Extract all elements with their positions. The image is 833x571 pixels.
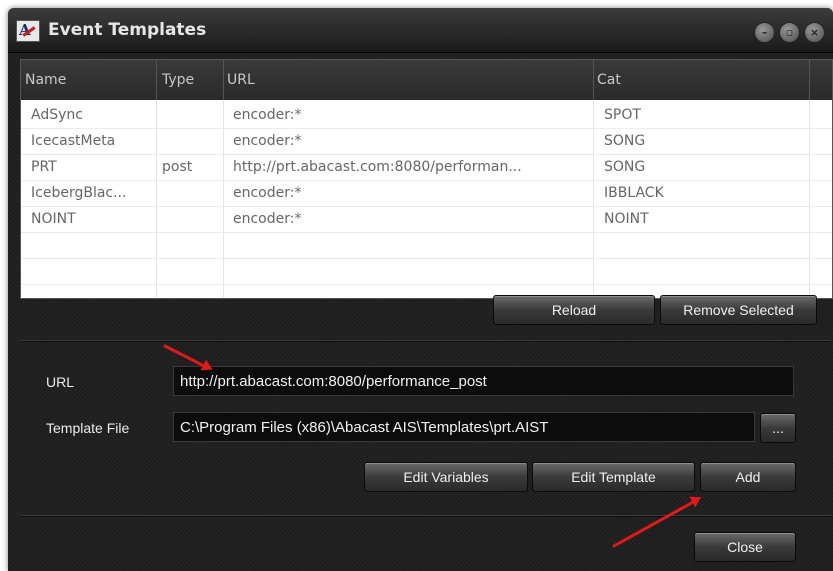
app-logo-icon: A [16, 20, 40, 42]
cell-url: encoder:* [233, 133, 302, 149]
url-label: URL [46, 374, 75, 390]
url-input[interactable]: http://prt.abacast.com:8080/performance_… [173, 366, 794, 396]
table-row[interactable]: NOINT encoder:* NOINT [21, 206, 832, 233]
divider [20, 515, 831, 517]
edit-template-button[interactable]: Edit Template [532, 462, 695, 492]
add-button[interactable]: Add [700, 462, 796, 492]
template-file-input[interactable]: C:\Program Files (x86)\Abacast AIS\Templ… [173, 412, 755, 442]
cell-url: http://prt.abacast.com:8080/performan... [233, 159, 522, 175]
cell-name: NOINT [31, 211, 76, 227]
table-row[interactable]: PRT post http://prt.abacast.com:8080/per… [21, 154, 832, 181]
table-row[interactable]: IcecastMeta encoder:* SONG [21, 128, 832, 155]
restore-button[interactable]: ▫ [779, 22, 800, 43]
cell-cat: NOINT [604, 211, 649, 227]
cell-url: encoder:* [233, 107, 302, 123]
cell-url: encoder:* [233, 211, 302, 227]
minimize-button[interactable]: – [754, 22, 775, 43]
column-header-url[interactable]: URL [227, 72, 255, 88]
column-header-type[interactable]: Type [162, 72, 194, 88]
table-row-empty [21, 232, 832, 259]
cell-name: IcebergBlac... [31, 185, 127, 201]
template-file-label: Template File [46, 420, 130, 436]
event-templates-window: A Event Templates – ▫ × Name Type URL Ca… [8, 8, 833, 571]
browse-button[interactable]: ... [760, 413, 796, 443]
cell-name: PRT [31, 159, 57, 175]
close-window-button[interactable]: × [804, 22, 825, 43]
window-title: Event Templates [48, 20, 207, 40]
table-row[interactable]: IcebergBlac... encoder:* IBBLACK [21, 180, 832, 207]
close-button[interactable]: Close [694, 532, 796, 562]
cell-cat: SONG [604, 133, 646, 149]
reload-button[interactable]: Reload [493, 295, 655, 325]
cell-cat: SONG [604, 159, 646, 175]
cell-url: encoder:* [233, 185, 302, 201]
table-row-empty [21, 258, 832, 285]
annotation-arrow-add [612, 499, 697, 548]
cell-name: AdSync [31, 107, 83, 123]
edit-variables-button[interactable]: Edit Variables [364, 462, 528, 492]
cell-cat: IBBLACK [604, 185, 664, 201]
cell-name: IcecastMeta [31, 133, 116, 149]
annotation-arrow-url [163, 344, 208, 369]
grid-header: Name Type URL Cat [21, 60, 832, 100]
title-bar[interactable]: A Event Templates – ▫ × [8, 8, 833, 53]
remove-selected-button[interactable]: Remove Selected [660, 295, 817, 325]
cell-type: post [162, 159, 193, 175]
table-row[interactable]: AdSync encoder:* SPOT [21, 102, 832, 129]
column-header-name[interactable]: Name [25, 72, 66, 88]
cell-cat: SPOT [604, 107, 641, 123]
divider [20, 340, 831, 342]
templates-grid[interactable]: Name Type URL Cat AdSync encoder:* SPOT … [20, 59, 833, 299]
column-header-cat[interactable]: Cat [597, 72, 621, 88]
